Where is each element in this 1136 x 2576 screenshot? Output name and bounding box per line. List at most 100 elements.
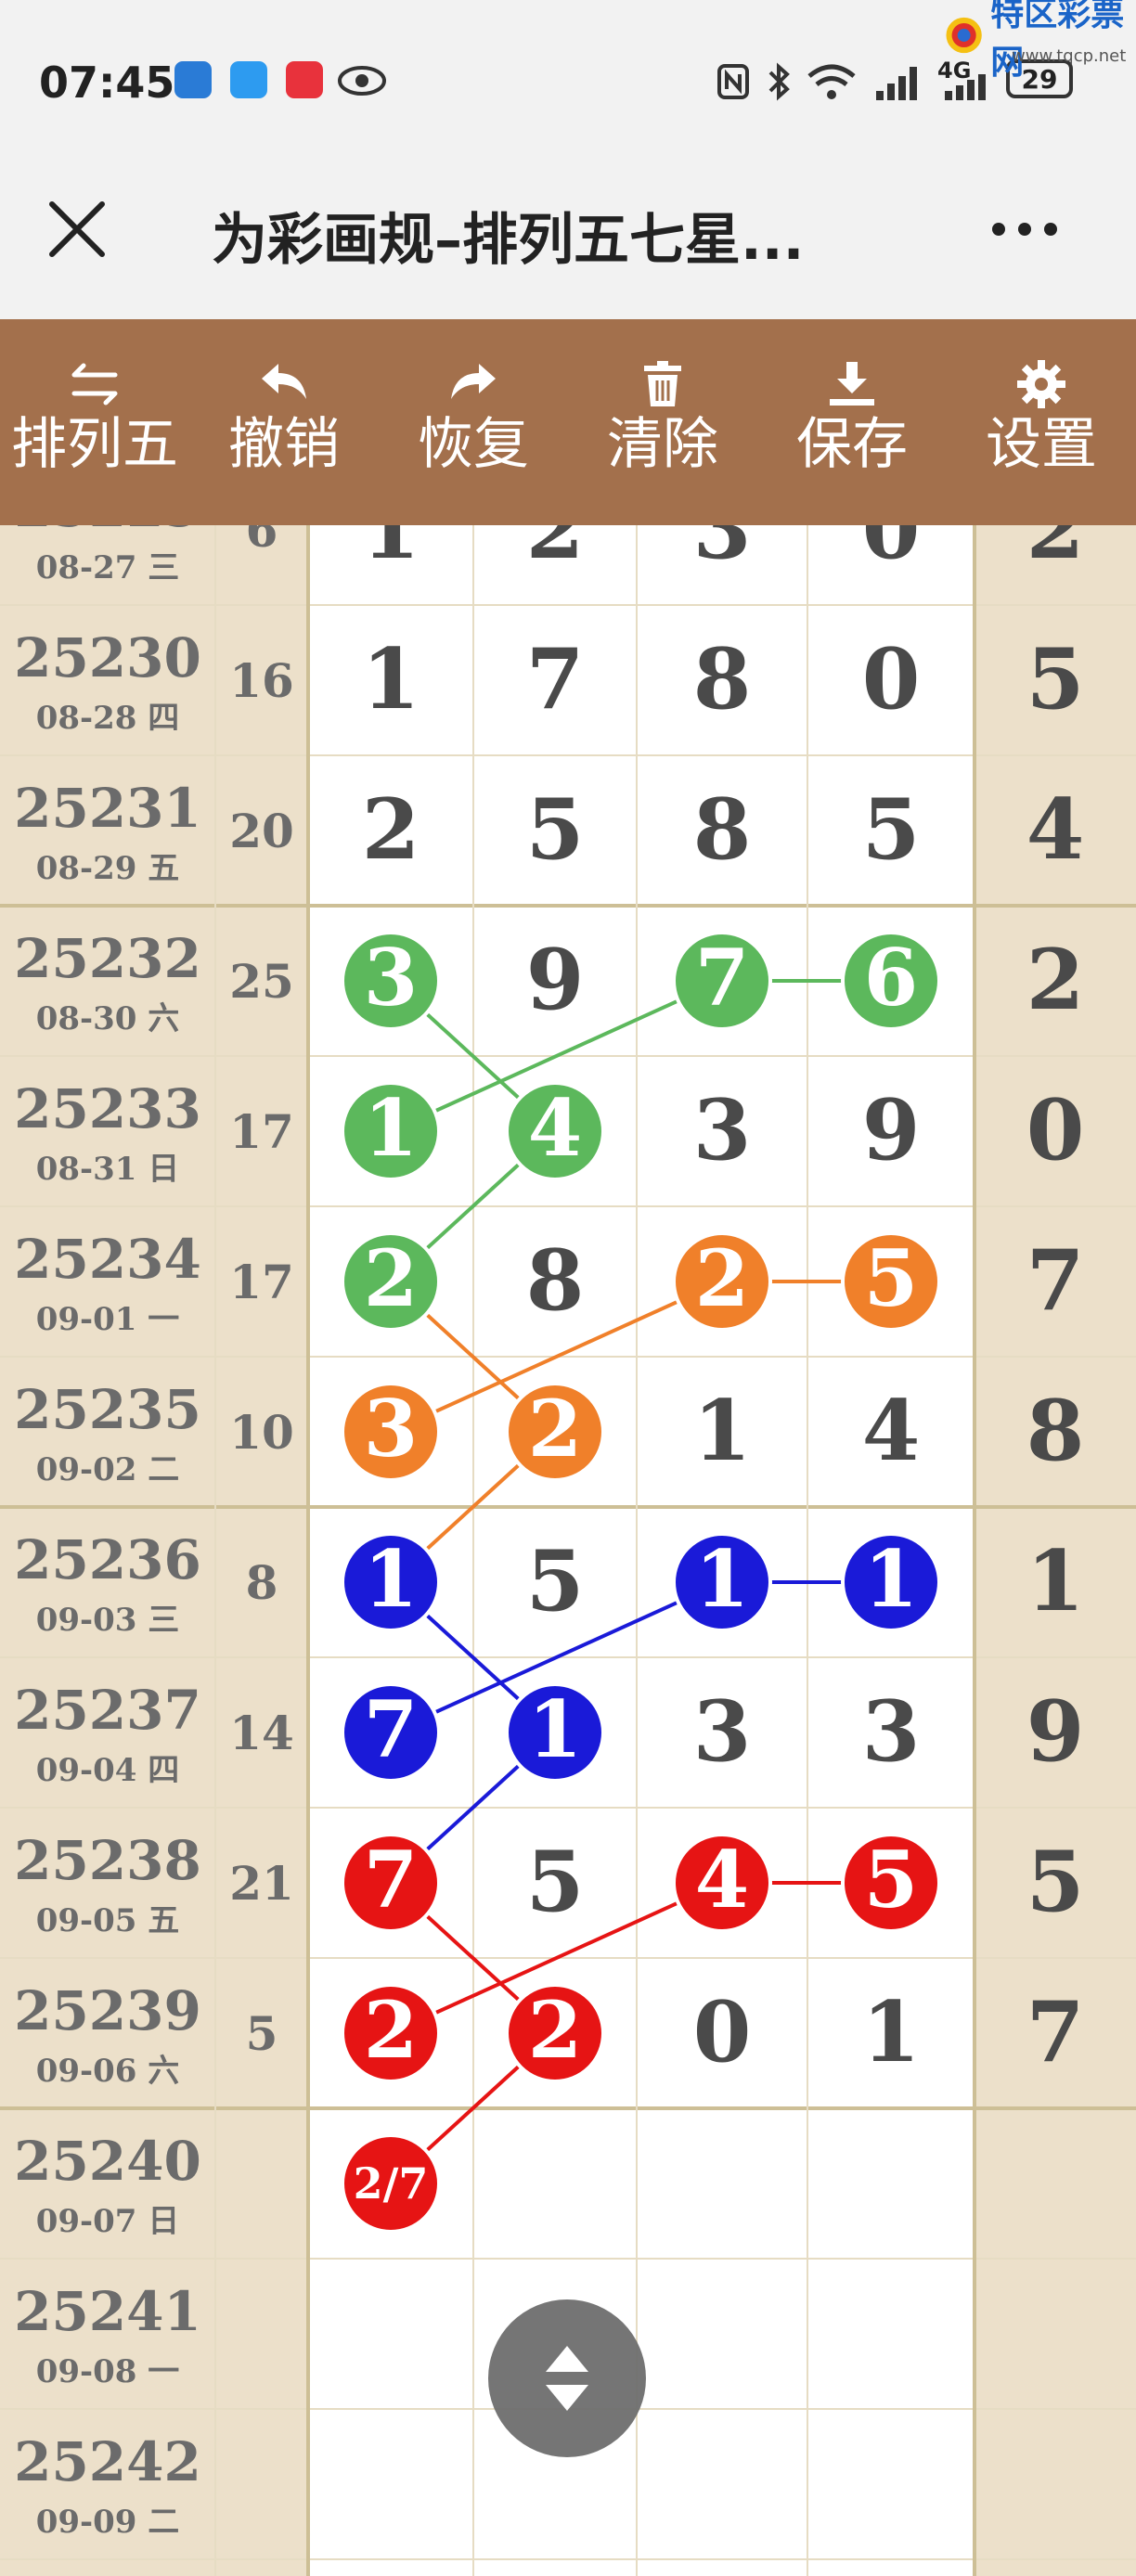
- ball-digit: 2: [528, 1383, 582, 1475]
- digit-cell[interactable]: 3: [693, 1682, 752, 1781]
- issue-date: 08-27 三: [36, 549, 180, 586]
- ball-digit: 7: [364, 1683, 418, 1775]
- toolbar-item-redo[interactable]: 恢复: [379, 319, 568, 525]
- issue-number: 25229: [14, 525, 201, 539]
- signal-icon: [876, 67, 917, 100]
- extra-digit: 1: [1026, 1532, 1085, 1630]
- issue-date: 09-03 三: [36, 1602, 180, 1639]
- digit-cell[interactable]: 0: [862, 525, 921, 578]
- digit-cell[interactable]: 1: [362, 630, 420, 728]
- toolbar-label: 保存: [796, 412, 908, 477]
- sum-value: 5: [246, 2006, 278, 2061]
- issue-date: 09-01 一: [36, 1301, 180, 1338]
- gear-icon: [1017, 360, 1065, 408]
- digit-cell[interactable]: 2: [526, 525, 585, 578]
- digit-cell[interactable]: 7: [526, 630, 585, 728]
- issue-date: 09-09 二: [36, 2504, 180, 2541]
- eye-icon: [338, 66, 386, 96]
- page-title: 为彩画规–排列五七星...: [212, 208, 805, 273]
- digit-cell[interactable]: 9: [526, 931, 585, 1029]
- extra-digit: 8: [1026, 1382, 1085, 1480]
- ball-digit: 7: [364, 1834, 418, 1926]
- issue-number: 25238: [14, 1829, 201, 1892]
- chat-icon: [230, 61, 267, 98]
- download-icon: [830, 362, 874, 406]
- toolbar-item-undo[interactable]: 撤销: [189, 319, 379, 525]
- sum-value: 6: [246, 525, 278, 558]
- digit-cell[interactable]: 8: [693, 630, 752, 728]
- sum-value: 14: [229, 1706, 294, 1760]
- ball-digit: 2: [695, 1232, 749, 1324]
- digit-cell[interactable]: 8: [693, 780, 752, 879]
- ball-digit: 7: [695, 932, 749, 1024]
- extra-digit: 4: [1026, 780, 1085, 879]
- toolbar-label: 设置: [986, 412, 1097, 477]
- digit-cell[interactable]: 2: [362, 780, 420, 879]
- issue-date: 08-29 五: [36, 850, 180, 887]
- digit-cell[interactable]: 5: [526, 780, 585, 879]
- digit-cell[interactable]: 5: [526, 1532, 585, 1630]
- sum-value: 20: [229, 804, 294, 858]
- undo-icon: [262, 364, 306, 399]
- ball-digit: 2: [364, 1984, 418, 2076]
- extra-digit: 2: [1026, 931, 1085, 1029]
- issue-number: 25239: [14, 1979, 201, 2042]
- ball-digit: 1: [695, 1533, 749, 1625]
- digit-cell[interactable]: 0: [862, 630, 921, 728]
- redbook-icon: [286, 61, 323, 98]
- issue-number: 25234: [14, 1228, 201, 1291]
- extra-digit: 0: [1026, 1081, 1085, 1179]
- close-icon[interactable]: [45, 197, 110, 262]
- status-time: 07:45: [39, 58, 175, 108]
- digit-cell[interactable]: 1: [693, 1382, 752, 1480]
- issue-date: 09-06 六: [36, 2053, 180, 2090]
- extra-digit: 5: [1026, 1833, 1085, 1931]
- sum-value: 10: [229, 1405, 294, 1460]
- digit-cell[interactable]: 5: [526, 1833, 585, 1931]
- scroll-toggle-button[interactable]: [488, 2299, 646, 2457]
- ball-digit: 4: [695, 1834, 749, 1926]
- digit-cell[interactable]: 3: [693, 1081, 752, 1179]
- chart-svg: 2522908-27 三6123022523008-28 四1617805252…: [0, 525, 1136, 2576]
- lottery-chart-grid[interactable]: 2522908-27 三6123022523008-28 四1617805252…: [0, 525, 1136, 2576]
- digit-cell[interactable]: 8: [526, 1231, 585, 1330]
- toolbar-label: 清除: [607, 412, 718, 477]
- toolbar-item-clear[interactable]: 清除: [568, 319, 757, 525]
- ball-digit: 5: [864, 1834, 918, 1926]
- issue-date: 08-30 六: [36, 1000, 180, 1037]
- toolbar: 排列五 撤销 恢复 清除 保存 设置: [0, 319, 1136, 525]
- digit-cell[interactable]: 3: [862, 1682, 921, 1781]
- extra-digit: 9: [1026, 1682, 1085, 1781]
- digit-cell[interactable]: 1: [862, 1983, 921, 2081]
- digit-cell[interactable]: 9: [862, 1081, 921, 1179]
- sum-value: 21: [229, 1856, 294, 1911]
- sum-value: 8: [246, 1555, 278, 1610]
- extra-digit: 7: [1026, 1983, 1085, 2081]
- issue-number: 25230: [14, 626, 201, 689]
- signal-icon-2: [945, 74, 986, 100]
- toolbar-item-switch[interactable]: 排列五: [0, 319, 189, 525]
- digit-cell[interactable]: 3: [693, 525, 752, 578]
- issue-number: 25237: [14, 1679, 201, 1742]
- toolbar-item-save[interactable]: 保存: [757, 319, 947, 525]
- issue-number: 25236: [14, 1528, 201, 1591]
- digit-cell[interactable]: 5: [862, 780, 921, 879]
- extra-digit: 2: [1026, 525, 1085, 578]
- issue-date: 09-08 一: [36, 2353, 180, 2390]
- issue-number: 25232: [14, 927, 201, 990]
- ball-digit: 1: [528, 1683, 582, 1775]
- issue-date: 09-05 五: [36, 1902, 180, 1939]
- digit-cell[interactable]: 0: [693, 1983, 752, 2081]
- logo-icon: [946, 17, 982, 54]
- ball-digit: 3: [364, 1383, 418, 1475]
- ball-digit: 3: [364, 932, 418, 1024]
- table-row: 25242 09-09 二: [14, 2430, 201, 2541]
- more-icon[interactable]: [988, 215, 1062, 243]
- swap-icon: [71, 363, 118, 406]
- brand-url: www.tqcp.net: [1012, 46, 1127, 66]
- ball-digit: 5: [864, 1232, 918, 1324]
- toolbar-item-settings[interactable]: 设置: [947, 319, 1136, 525]
- digit-cell[interactable]: 1: [362, 525, 420, 578]
- issue-number: 25235: [14, 1378, 201, 1441]
- digit-cell[interactable]: 4: [862, 1382, 921, 1480]
